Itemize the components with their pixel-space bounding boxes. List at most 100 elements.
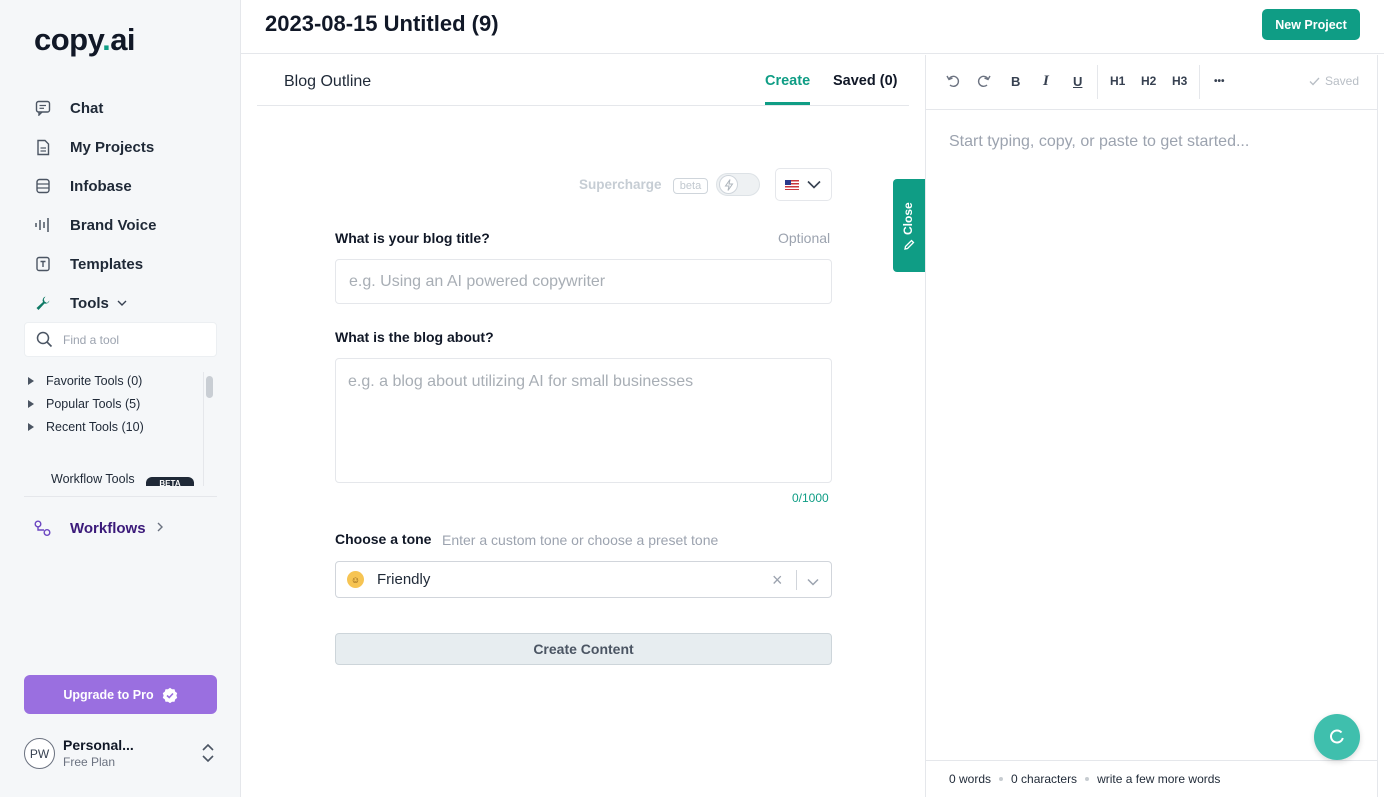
editor-toolbar: B I U H1 H2 H3 ••• Saved <box>926 55 1378 110</box>
blog-title-input[interactable] <box>335 259 832 304</box>
chevron-down-icon[interactable] <box>807 573 819 591</box>
italic-button[interactable]: I <box>1043 73 1049 90</box>
tone-select[interactable]: ☺ Friendly × <box>335 561 832 598</box>
blog-about-textarea[interactable] <box>335 358 832 483</box>
tool-search[interactable] <box>24 322 217 357</box>
underline-button[interactable]: U <box>1073 74 1082 89</box>
page-title[interactable]: 2023-08-15 Untitled (9) <box>265 11 499 37</box>
check-icon <box>1309 77 1320 86</box>
smiley-icon: ☺ <box>347 571 364 588</box>
character-count: 0 characters <box>1011 772 1078 786</box>
refresh-icon <box>1328 728 1346 746</box>
tool-group-workflow[interactable]: Workflow Tools <box>51 472 135 486</box>
wrench-icon <box>34 294 52 312</box>
word-count: 0 words <box>949 772 992 786</box>
sidebar-item-chat[interactable]: Chat <box>24 92 218 124</box>
sidebar-item-workflows[interactable]: Workflows <box>24 512 218 544</box>
divider <box>796 570 797 590</box>
sidebar-item-label: Chat <box>70 99 104 117</box>
upgrade-button[interactable]: Upgrade to Pro <box>24 675 217 714</box>
search-icon <box>36 331 53 348</box>
tool-search-input[interactable] <box>63 332 203 347</box>
toolbar-divider <box>1199 65 1200 99</box>
scrollbar-thumb[interactable] <box>206 376 213 398</box>
sidebar-item-brand-voice[interactable]: Brand Voice <box>24 209 218 241</box>
sidebar-item-infobase[interactable]: Infobase <box>24 170 218 202</box>
tab-create[interactable]: Create <box>765 73 810 89</box>
chat-icon <box>34 99 52 117</box>
workflow-icon <box>34 519 52 537</box>
h3-button[interactable]: H3 <box>1172 74 1187 88</box>
active-tab-indicator <box>765 102 810 105</box>
redo-icon[interactable] <box>977 74 991 91</box>
editor-placeholder[interactable]: Start typing, copy, or paste to get star… <box>949 133 1249 151</box>
sidebar-item-label: Brand Voice <box>70 216 157 234</box>
toolbar-divider <box>1097 65 1098 99</box>
save-status: Saved <box>1309 74 1359 88</box>
create-content-button[interactable]: Create Content <box>335 633 832 665</box>
close-panel-tab[interactable]: Close <box>893 179 925 272</box>
sidebar-item-my-projects[interactable]: My Projects <box>24 131 218 163</box>
save-status-label: Saved <box>1325 74 1360 88</box>
supercharge-toggle[interactable] <box>716 173 760 196</box>
sidebar-item-label: Infobase <box>70 177 132 195</box>
character-counter: 0/1000 <box>792 491 829 505</box>
separator-dot <box>999 777 1004 781</box>
chat-support-button[interactable] <box>1314 714 1360 760</box>
sidebar-item-label: Tools <box>70 294 109 312</box>
lightning-icon <box>719 175 738 194</box>
tool-title: Blog Outline <box>284 73 372 90</box>
h1-button[interactable]: H1 <box>1110 74 1125 88</box>
optional-label: Optional <box>778 230 831 246</box>
language-select[interactable] <box>775 168 832 201</box>
close-label: Close <box>901 202 915 235</box>
undo-icon[interactable] <box>946 74 960 91</box>
tool-group-popular[interactable]: Popular Tools (5) <box>28 397 140 411</box>
soundwave-icon <box>34 216 52 234</box>
copyai-logo[interactable]: copy.ai <box>34 22 136 58</box>
word-hint: write a few more words <box>1097 772 1221 786</box>
tone-value: Friendly <box>377 571 431 588</box>
chevron-right-icon <box>156 519 164 537</box>
separator-dot <box>1085 777 1090 781</box>
tool-group-label: Recent Tools (10) <box>46 420 144 434</box>
account-name[interactable]: Personal... <box>63 737 134 753</box>
more-options-icon[interactable]: ••• <box>1214 76 1225 87</box>
pencil-icon <box>903 238 915 256</box>
editor-panel: B I U H1 H2 H3 ••• Saved Start typing, c… <box>925 55 1378 797</box>
bold-button[interactable]: B <box>1011 74 1020 89</box>
tool-panel-header: Blog Outline Create Saved (0) <box>257 55 909 106</box>
tab-saved[interactable]: Saved (0) <box>833 73 897 89</box>
template-icon <box>34 255 52 273</box>
caret-right-icon <box>28 400 34 408</box>
account-switch-icon[interactable] <box>201 742 217 764</box>
sidebar-item-label: My Projects <box>70 138 155 156</box>
database-icon <box>34 177 52 195</box>
clear-icon[interactable]: × <box>772 570 783 591</box>
tool-group-recent[interactable]: Recent Tools (10) <box>28 420 144 434</box>
chevron-down-icon <box>117 294 127 312</box>
divider <box>24 496 217 497</box>
new-project-button[interactable]: New Project <box>1262 9 1360 40</box>
sidebar-item-label: Workflows <box>70 519 146 537</box>
sidebar-item-templates[interactable]: Templates <box>24 248 218 280</box>
us-flag-icon <box>785 179 799 190</box>
tool-group-favorite[interactable]: Favorite Tools (0) <box>28 374 142 388</box>
avatar[interactable]: PW <box>24 738 55 769</box>
supercharge-label: Supercharge <box>579 177 662 192</box>
top-bar: 2023-08-15 Untitled (9) New Project <box>241 0 1384 54</box>
beta-tag: beta <box>673 178 708 194</box>
sidebar-item-tools[interactable]: Tools <box>24 287 218 319</box>
editor-footer: 0 words 0 characters write a few more wo… <box>926 760 1378 797</box>
tool-group-label: Favorite Tools (0) <box>46 374 143 388</box>
tone-hint: Enter a custom tone or choose a preset t… <box>442 532 719 548</box>
chevron-down-icon <box>807 180 821 189</box>
sidebar: copy.ai Chat My Projects Infobase Brand … <box>0 0 241 797</box>
verified-badge-icon <box>162 687 178 703</box>
blog-about-label: What is the blog about? <box>335 329 494 345</box>
tool-group-label: Workflow Tools <box>51 472 135 486</box>
h2-button[interactable]: H2 <box>1141 74 1156 88</box>
caret-right-icon <box>28 377 34 385</box>
sidebar-item-label: Templates <box>70 255 144 273</box>
document-icon <box>34 138 52 156</box>
